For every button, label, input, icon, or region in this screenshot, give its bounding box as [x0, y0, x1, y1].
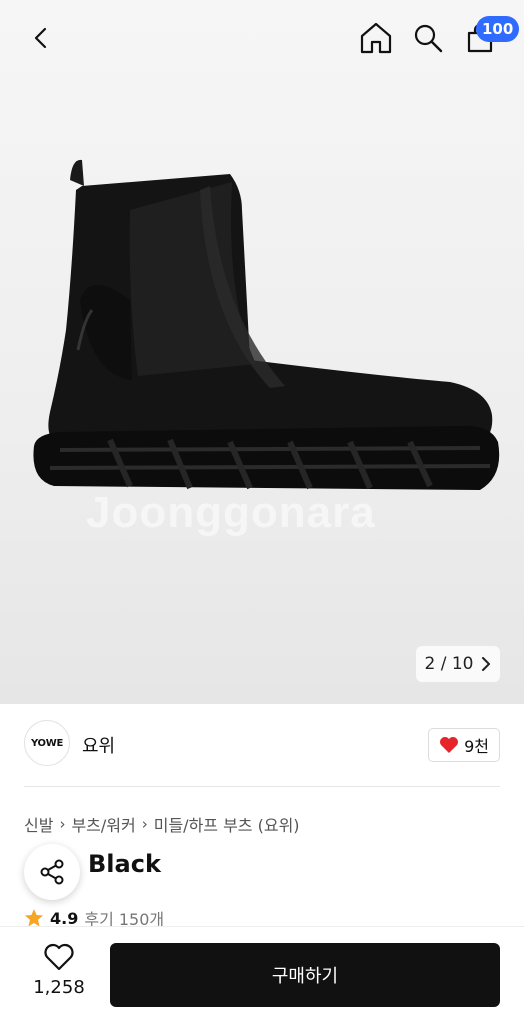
store-like-count: 9천 [464, 737, 489, 756]
breadcrumb-item[interactable]: 부츠/워커 [71, 812, 135, 836]
top-bar: 100 [0, 0, 524, 80]
wishlist-button[interactable]: 1,258 [24, 943, 94, 1009]
store-like-button[interactable]: 9천 [428, 728, 500, 762]
seller-logo[interactable]: YOWE [24, 720, 70, 766]
chevron-right-icon [482, 657, 491, 671]
share-icon [40, 859, 64, 885]
home-button[interactable] [356, 18, 396, 58]
share-button[interactable] [24, 844, 80, 900]
breadcrumb: 신발 › 부츠/워커 › 미들/하프 부츠 (요위) [24, 812, 300, 836]
heart-outline-icon [44, 943, 74, 971]
breadcrumb-item[interactable]: 미들/하프 부츠 (요위) [154, 812, 300, 836]
search-icon [414, 24, 443, 53]
product-title: Black [88, 850, 161, 878]
search-button[interactable] [408, 18, 448, 58]
star-icon [25, 909, 43, 927]
bottom-action-bar: 1,258 구매하기 [0, 926, 524, 1024]
pager-text: 2 / 10 [424, 654, 474, 674]
back-icon [34, 27, 47, 49]
boot-image [33, 159, 500, 490]
home-icon [360, 22, 392, 54]
breadcrumb-item[interactable]: 신발 [24, 812, 53, 836]
watermark-text: Joonggonara [86, 488, 376, 537]
buy-button[interactable]: 구매하기 [110, 943, 500, 1007]
seller-name[interactable]: 요위 [82, 732, 115, 758]
cart-count-badge: 100 [476, 16, 520, 42]
wishlist-count: 1,258 [33, 977, 85, 998]
divider [24, 786, 500, 787]
product-image-area[interactable]: 100 Joonggonara 2 / 10 [0, 0, 524, 704]
rating-score: 4.9 [50, 908, 79, 928]
chevron-right-icon: › [59, 815, 66, 833]
seller-row[interactable]: YOWE 요위 9천 [24, 720, 500, 768]
back-button[interactable] [22, 18, 62, 58]
heart-filled-icon [440, 737, 459, 753]
chevron-right-icon: › [141, 815, 148, 833]
image-pager[interactable]: 2 / 10 [416, 646, 500, 682]
